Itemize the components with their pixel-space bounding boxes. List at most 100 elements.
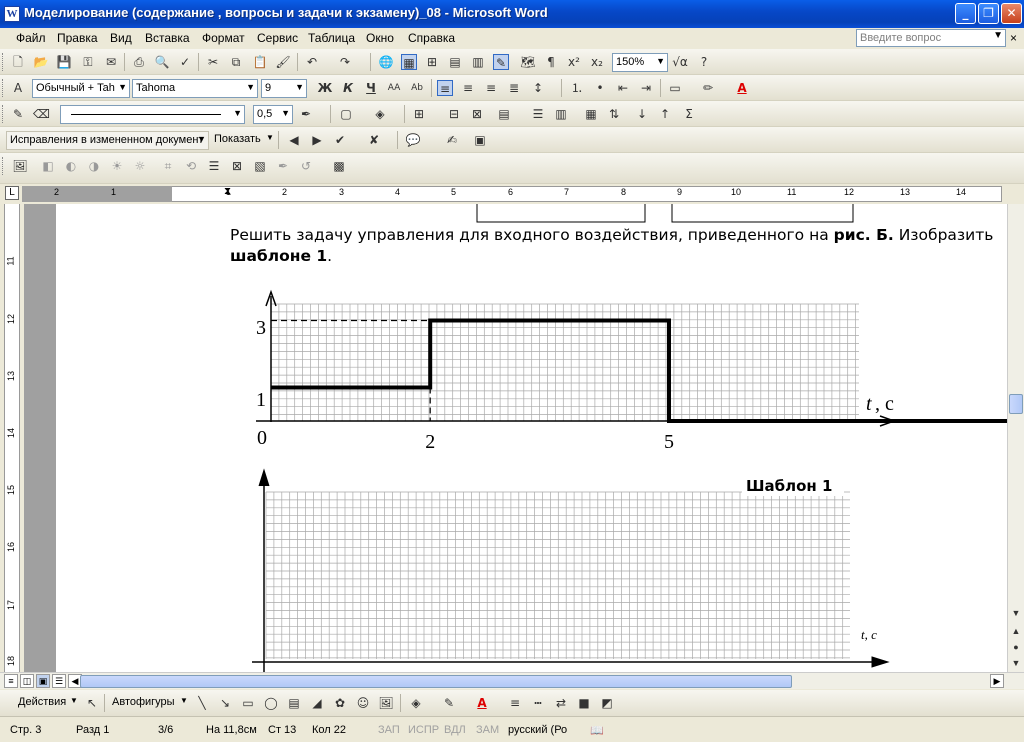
paste-icon[interactable]: 📋 (252, 54, 268, 70)
status-rec[interactable]: ЗАП (378, 724, 400, 736)
line-style-icon[interactable]: ☰ (206, 158, 222, 174)
show-markup-button[interactable]: Показать (214, 133, 261, 145)
textbox-tool-icon[interactable]: ▤ (286, 695, 302, 711)
bullets-icon[interactable]: • (592, 80, 608, 96)
open-folder-icon[interactable]: 📂 (33, 54, 49, 70)
autoshapes-menu[interactable]: Автофигуры (112, 696, 175, 708)
copy-icon[interactable]: ⧉ (228, 54, 244, 70)
toolbar-grip[interactable] (2, 157, 5, 175)
status-language[interactable]: русский (Ро (508, 724, 567, 736)
insert-excel-icon[interactable]: ▤ (447, 54, 463, 70)
line-spacing-icon[interactable]: ↕ (530, 80, 546, 96)
chevron-down-icon[interactable]: ▼ (656, 56, 665, 66)
print-icon[interactable]: ⎙ (131, 54, 147, 70)
maximize-button[interactable]: ❐ (978, 3, 999, 24)
insert-comment-icon[interactable]: 💬 (405, 132, 421, 148)
minimize-button[interactable]: _ (955, 3, 976, 24)
toolbar-grip[interactable] (2, 79, 5, 97)
align-right-icon[interactable]: ≡ (483, 80, 499, 96)
distribute-cols-icon[interactable]: ▥ (553, 106, 569, 122)
outside-border-icon[interactable]: ▢ (338, 106, 354, 122)
spelling-status-icon[interactable]: 📖 (590, 724, 604, 737)
horizontal-scroll-thumb[interactable] (80, 675, 792, 688)
line-color-icon[interactable]: ✎ (441, 695, 457, 711)
font-size-select[interactable]: 9 ▼ (261, 79, 307, 98)
chevron-down-icon[interactable]: ▼ (233, 108, 242, 118)
save-icon[interactable]: 💾 (56, 54, 72, 70)
previous-page-icon[interactable]: ▲ (1009, 624, 1023, 638)
menu-tools[interactable]: Сервис (257, 31, 298, 45)
chevron-down-icon[interactable]: ▼ (993, 30, 1003, 41)
char-border-icon[interactable]: Ab (409, 80, 425, 96)
drawing-icon[interactable]: ✎ (493, 54, 509, 70)
accept-change-icon[interactable]: ✔ (332, 132, 348, 148)
document-close-icon[interactable]: × (1010, 31, 1017, 45)
scroll-down-icon[interactable]: ▼ (1009, 606, 1023, 620)
cut-icon[interactable]: ✂ (205, 54, 221, 70)
autosum-icon[interactable]: Σ (681, 106, 697, 122)
email-icon[interactable]: ✉ (103, 54, 119, 70)
menu-table[interactable]: Таблица (308, 31, 355, 45)
compress-icon[interactable]: ⊠ (229, 158, 245, 174)
wordart-icon[interactable]: ◢ (309, 695, 325, 711)
styles-icon[interactable]: A (10, 80, 26, 96)
tab-selector[interactable]: L (5, 186, 19, 200)
split-cells-icon[interactable]: ⊠ (469, 106, 485, 122)
document-page[interactable]: Решить задачу управления для входного во… (56, 204, 1008, 672)
help-search-input[interactable]: Введите вопрос ▼ (856, 29, 1006, 47)
zoom-select[interactable]: 150% ▼ (612, 53, 668, 72)
text-direction-icon[interactable]: ⇅ (606, 106, 622, 122)
track-changes-icon[interactable]: ✍ (444, 132, 460, 148)
menu-window[interactable]: Окно (366, 31, 394, 45)
format-picture-icon[interactable]: ▧ (252, 158, 268, 174)
new-document-icon[interactable]: 🗋 (10, 54, 26, 70)
shading-icon[interactable]: ◈ (372, 106, 388, 122)
horizontal-scrollbar[interactable]: ≡ ◫ ▣ ☰ ◀ ▶ (0, 672, 1024, 689)
style-select[interactable]: Обычный + Tah ▼ (32, 79, 130, 98)
print-view-icon[interactable]: ▣ (36, 674, 50, 688)
scroll-right-icon[interactable]: ▶ (990, 674, 1004, 688)
chevron-down-icon[interactable]: ▼ (118, 82, 127, 92)
reviewing-pane-icon[interactable]: ▣ (472, 132, 488, 148)
vertical-scroll-thumb[interactable] (1009, 394, 1023, 414)
3d-style-icon[interactable]: ◩ (599, 695, 615, 711)
align-left-icon[interactable]: ≡ (437, 80, 453, 96)
underline-button[interactable]: Ч (363, 80, 379, 96)
columns-icon[interactable]: ▥ (470, 54, 486, 70)
template-1-grid[interactable]: Шаблон 1 t, с (56, 204, 1008, 672)
outline-view-icon[interactable]: ☰ (52, 674, 66, 688)
permission-icon[interactable]: ⚿ (80, 54, 96, 70)
toolbar-grip[interactable] (2, 105, 5, 123)
format-painter-icon[interactable]: 🖌 (275, 54, 291, 70)
dash-style-icon[interactable]: ┅ (530, 695, 546, 711)
menu-edit[interactable]: Правка (57, 31, 98, 45)
font-color-icon[interactable]: A (474, 695, 490, 711)
align-center-icon[interactable]: ≡ (460, 80, 476, 96)
arrow-tool-icon[interactable]: ↘ (217, 695, 233, 711)
clipart-icon[interactable]: ☺ (355, 695, 371, 711)
increase-indent-icon[interactable]: ⇥ (638, 80, 654, 96)
oval-tool-icon[interactable]: ◯ (263, 695, 279, 711)
subscript-icon[interactable]: x₂ (589, 54, 605, 70)
status-trk[interactable]: ИСПР (408, 724, 439, 736)
italic-button[interactable]: К (340, 80, 356, 96)
horizontal-ruler[interactable]: L 2 1 1 2 3 4 5 6 7 8 9 10 11 12 13 14 ⧗ (0, 184, 1024, 204)
menu-insert[interactable]: Вставка (145, 31, 190, 45)
normal-view-icon[interactable]: ≡ (4, 674, 18, 688)
select-objects-icon[interactable]: ↖ (84, 695, 100, 711)
font-color-icon[interactable]: A (734, 80, 750, 96)
border-color-icon[interactable]: ✒ (298, 106, 314, 122)
line-style-icon[interactable]: ≡ (507, 695, 523, 711)
sort-asc-icon[interactable]: ↓ (634, 106, 650, 122)
toolbar-grip[interactable] (2, 53, 5, 71)
insert-picture-icon[interactable]: 🖼 (378, 695, 394, 711)
bold-button[interactable]: Ж (317, 80, 333, 96)
menu-format[interactable]: Формат (202, 31, 245, 45)
print-preview-icon[interactable]: 🔍 (154, 54, 170, 70)
line-width-select[interactable]: 0,5 ▼ (253, 105, 293, 124)
chevron-down-icon[interactable]: ▼ (281, 108, 290, 118)
draw-actions-menu[interactable]: Действия (18, 696, 66, 708)
display-review-select[interactable]: Исправления в измененном документ ▼ (6, 131, 209, 150)
text-wrapping-icon[interactable]: ▩ (331, 158, 347, 174)
status-ext[interactable]: ВДЛ (444, 724, 466, 736)
